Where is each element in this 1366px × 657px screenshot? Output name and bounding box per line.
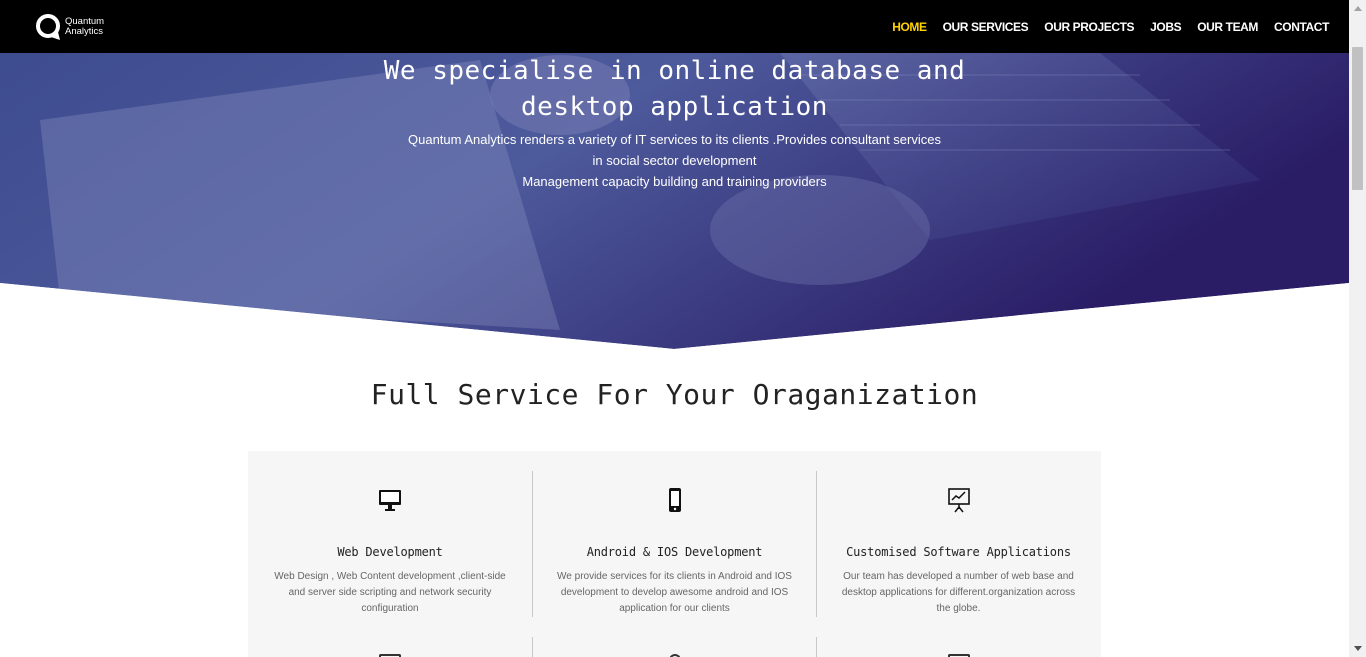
hero-title: We specialise in online database and des… [0,53,1349,125]
service-description: Our team has developed a number of web b… [841,571,1076,614]
service-description: We provide services for its clients in A… [557,571,792,614]
nav-menu: HOME OUR SERVICES OUR PROJECTS JOBS OUR … [876,0,1329,53]
service-card-row2-3 [816,637,1100,657]
logo[interactable]: Quantum Analytics [36,13,104,41]
nav-link-our-team[interactable]: OUR TEAM [1197,20,1258,34]
quantum-logo-icon [36,13,62,41]
service-card-web-development: Web Development Web Design , Web Content… [248,471,532,617]
service-card-row2-2 [532,637,816,657]
nav-link-jobs[interactable]: JOBS [1150,20,1181,34]
navbar: Quantum Analytics HOME OUR SERVICES OUR … [0,0,1349,53]
scrollbar-thumb[interactable] [1352,47,1363,190]
monitor-icon [377,487,403,513]
service-card-row2-1 [248,637,532,657]
service-title: Web Development [337,545,443,559]
mobile-phone-icon [662,487,688,513]
section-title: Full Service For Your Oraganization [370,378,979,411]
service-description: Web Design , Web Content development ,cl… [274,571,506,614]
scroll-up-arrow-icon[interactable] [1349,0,1366,17]
nav-link-home[interactable]: HOME [892,20,927,34]
hero-subtitle-line-2: in social sector development [592,153,757,168]
hero-title-line-2: desktop application [521,92,828,122]
service-card-android-ios: Android & IOS Development We provide ser… [532,471,816,617]
service-card-custom-software: Customised Software Applications Our tea… [816,471,1100,617]
presentation-chart-icon [946,487,972,513]
hero-subtitle-line-3: Management capacity building and trainin… [522,174,827,189]
hero-subtitle: Quantum Analytics renders a variety of I… [0,129,1349,192]
nav-link-our-services[interactable]: OUR SERVICES [943,20,1029,34]
page: We specialise in online database and des… [0,0,1349,657]
service-title: Android & IOS Development [586,545,763,559]
logo-text-line-2: Analytics [65,26,104,37]
vertical-scrollbar[interactable] [1349,0,1366,657]
nav-link-our-projects[interactable]: OUR PROJECTS [1044,20,1134,34]
scroll-down-arrow-icon[interactable] [1349,640,1366,657]
hero-subtitle-line-1: Quantum Analytics renders a variety of I… [408,132,941,147]
nav-link-contact[interactable]: CONTACT [1274,20,1329,34]
service-title: Customised Software Applications [846,545,1071,559]
services-grid: Web Development Web Design , Web Content… [248,451,1101,657]
hero-title-line-1: We specialise in online database and [383,56,966,86]
